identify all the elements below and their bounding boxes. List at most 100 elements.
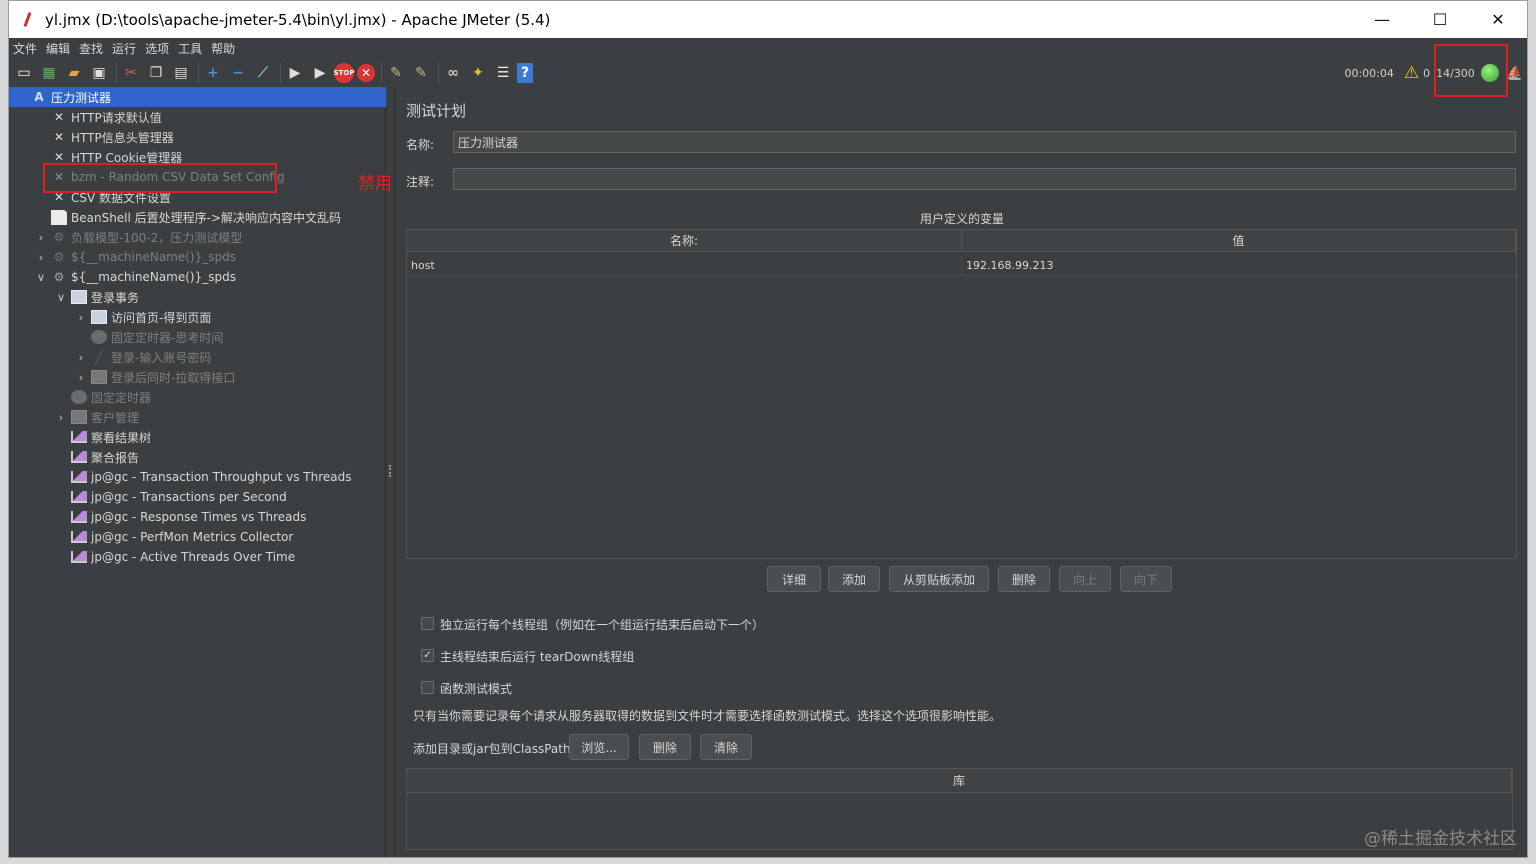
open-icon[interactable]: ▰: [63, 62, 85, 84]
stop-icon[interactable]: STOP: [334, 63, 354, 83]
functional-mode-checkbox[interactable]: [421, 681, 434, 694]
config-tool-icon: ✕: [53, 130, 65, 144]
tree-node-label: jp@gc - Transactions per Second: [91, 490, 287, 504]
tree-node-label: jp@gc - Transaction Throughput vs Thread…: [91, 470, 352, 484]
teardown-checkbox[interactable]: ✓: [421, 649, 434, 662]
functional-mode-note: 只有当你需要记录每个请求从服务器取得的数据到文件时才需要选择函数测试模式。选择这…: [413, 709, 1002, 723]
save-icon[interactable]: ▣: [88, 62, 110, 84]
tree-node-label: 固定定时器-思考时间: [111, 330, 224, 345]
copy-icon[interactable]: ❐: [145, 62, 167, 84]
menu-search[interactable]: 查找: [79, 40, 103, 57]
gear-icon: ⚙: [53, 270, 65, 284]
tree-node[interactable]: ✕ HTTP信息头管理器: [51, 127, 174, 147]
delete-button[interactable]: 删除: [998, 566, 1050, 592]
tree-node-label: jp@gc - Response Times vs Threads: [91, 510, 307, 524]
tree-node[interactable]: 登录事务: [71, 287, 139, 307]
tree-node[interactable]: ⚙ 负载模型-100-2，压力测试模型: [51, 227, 243, 247]
vars-cell-name[interactable]: host: [407, 256, 962, 276]
classpath-delete-button[interactable]: 删除: [639, 734, 691, 760]
jmeter-window: yl.jmx (D:\tools\apache-jmeter-5.4\bin\y…: [8, 0, 1528, 858]
collapse-arrow-icon[interactable]: ∨: [35, 267, 47, 287]
tree-node[interactable]: A 压力测试器: [9, 87, 386, 107]
tree-node[interactable]: ╱ 登录-输入账号密码: [91, 347, 211, 367]
paste-icon[interactable]: ▤: [170, 62, 192, 84]
vars-header-name[interactable]: 名称:: [407, 230, 962, 252]
minimize-button[interactable]: —: [1353, 1, 1411, 38]
menu-options[interactable]: 选项: [145, 40, 169, 57]
add-button[interactable]: 添加: [828, 566, 880, 592]
controller-icon: [71, 410, 87, 424]
title-bar: yl.jmx (D:\tools\apache-jmeter-5.4\bin\y…: [9, 1, 1527, 38]
name-field[interactable]: 压力测试器: [453, 131, 1516, 153]
teardown-label: 主线程结束后运行 tearDown线程组: [440, 650, 635, 664]
collapse-arrow-icon[interactable]: ∨: [55, 287, 67, 307]
tree-node[interactable]: 客户管理: [71, 407, 139, 427]
tree-node[interactable]: jp@gc - Transactions per Second: [71, 487, 287, 507]
menu-run[interactable]: 运行: [112, 40, 136, 57]
move-down-button[interactable]: 向下: [1120, 566, 1172, 592]
collapse-icon[interactable]: −: [227, 62, 249, 84]
tree-node[interactable]: jp@gc - Transaction Throughput vs Thread…: [71, 467, 351, 487]
comment-field[interactable]: [453, 168, 1516, 190]
tree-node[interactable]: 访问首页-得到页面: [91, 307, 211, 327]
expand-arrow-icon[interactable]: ›: [55, 407, 67, 427]
help-icon[interactable]: ?: [517, 63, 533, 83]
menu-edit[interactable]: 编辑: [46, 40, 70, 57]
tree-node[interactable]: 察看结果树: [71, 427, 151, 447]
vars-header-value[interactable]: 值: [962, 230, 1516, 252]
tree-node[interactable]: 固定定时器-思考时间: [91, 327, 223, 347]
start-no-pause-icon[interactable]: ▶: [309, 62, 331, 84]
vars-cell-value[interactable]: 192.168.99.213: [962, 256, 1516, 276]
serial-threadgroups-checkbox[interactable]: [421, 617, 434, 630]
tree-node[interactable]: jp@gc - Response Times vs Threads: [71, 507, 306, 527]
expand-icon[interactable]: +: [202, 62, 224, 84]
expand-arrow-icon[interactable]: ›: [75, 307, 87, 327]
browse-button[interactable]: 浏览...: [569, 734, 629, 760]
cut-icon[interactable]: ✂: [120, 62, 142, 84]
classpath-clear-button[interactable]: 清除: [700, 734, 752, 760]
new-icon[interactable]: ▭: [13, 62, 35, 84]
tree-node[interactable]: BeanShell 后置处理程序->解决响应内容中文乱码: [51, 207, 341, 227]
tree-node[interactable]: jp@gc - PerfMon Metrics Collector: [71, 527, 293, 547]
toggle-icon[interactable]: ⟋: [252, 62, 274, 84]
clear-all-icon[interactable]: ✎: [410, 62, 432, 84]
chart-icon: [71, 431, 87, 443]
tree-node[interactable]: 固定定时器: [71, 387, 151, 407]
templates-icon[interactable]: ▦: [38, 62, 60, 84]
tree-node-label: BeanShell 后置处理程序->解决响应内容中文乱码: [71, 210, 342, 225]
shutdown-icon[interactable]: ✕: [357, 64, 375, 82]
expand-arrow-icon[interactable]: ›: [35, 247, 47, 267]
pane-splitter[interactable]: [386, 87, 395, 857]
tree-node-label: 客户管理: [91, 410, 140, 425]
start-icon[interactable]: ▶: [284, 62, 306, 84]
expand-arrow-icon[interactable]: ›: [35, 227, 47, 247]
library-header[interactable]: 库: [407, 769, 1512, 793]
menu-tools[interactable]: 工具: [178, 40, 202, 57]
add-from-clipboard-button[interactable]: 从剪贴板添加: [889, 566, 989, 592]
close-button[interactable]: ✕: [1469, 1, 1527, 38]
detail-button[interactable]: 详细: [767, 566, 821, 592]
functional-mode-label: 函数测试模式: [440, 682, 513, 696]
reset-search-icon[interactable]: ✦: [467, 62, 489, 84]
remote-icon[interactable]: ⛵: [1507, 66, 1523, 81]
toolbar-separator: [438, 63, 439, 83]
tree-node-label: 察看结果树: [91, 430, 152, 445]
tree-node[interactable]: 聚合报告: [71, 447, 139, 467]
elapsed-time: 00:00:04: [1344, 66, 1394, 80]
expand-arrow-icon[interactable]: ›: [75, 367, 87, 387]
tree-node[interactable]: ⚙ ${__machineName()}_spds: [51, 247, 236, 267]
move-up-button[interactable]: 向上: [1059, 566, 1111, 592]
maximize-button[interactable]: ☐: [1411, 1, 1469, 38]
menu-file[interactable]: 文件: [13, 40, 37, 57]
warning-icon[interactable]: ⚠: [1404, 63, 1419, 83]
tree-node[interactable]: ⚙ ${__machineName()}_spds: [51, 267, 236, 287]
search-icon[interactable]: ∞: [442, 62, 464, 84]
clear-icon[interactable]: ✎: [385, 62, 407, 84]
expand-arrow-icon[interactable]: ›: [75, 347, 87, 367]
menu-help[interactable]: 帮助: [211, 40, 235, 57]
tree-node[interactable]: ✕ HTTP请求默认值: [51, 107, 162, 127]
tree-node-label: 压力测试器: [51, 90, 112, 105]
tree-node[interactable]: 登录后同时-拉取得接口: [91, 367, 235, 387]
tree-node[interactable]: jp@gc - Active Threads Over Time: [71, 547, 295, 567]
function-helper-icon[interactable]: ☰: [492, 62, 514, 84]
